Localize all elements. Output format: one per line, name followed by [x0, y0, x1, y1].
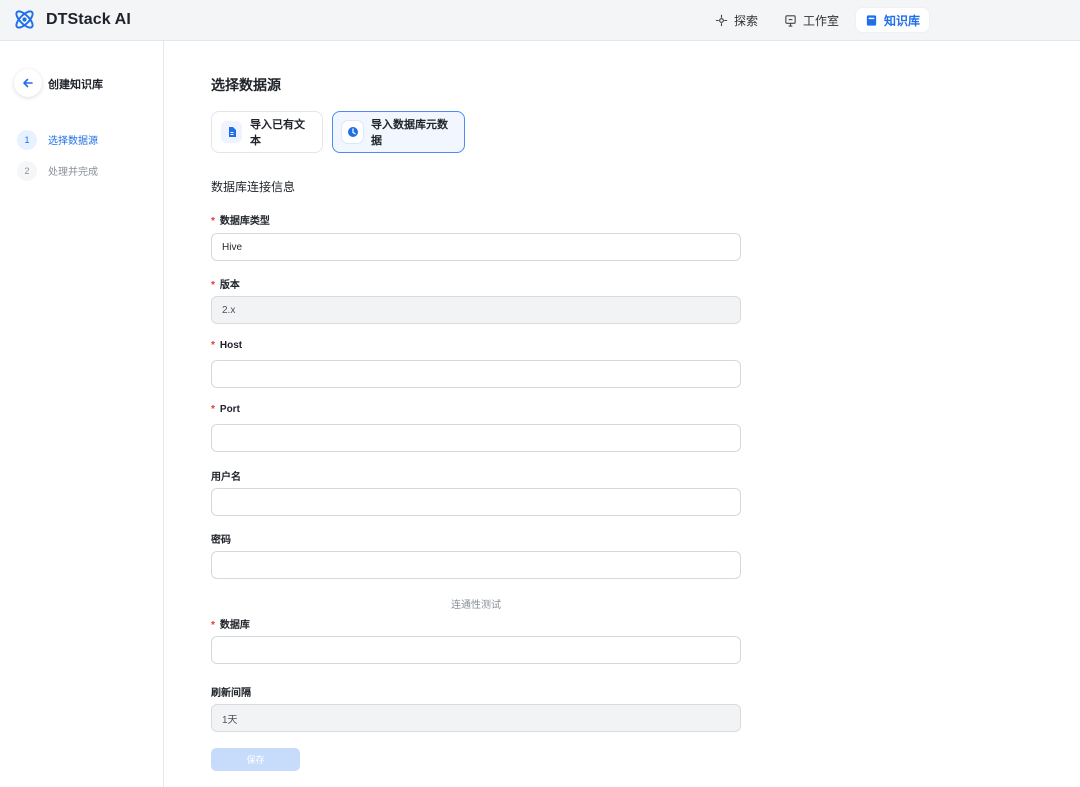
required-mark: *: [211, 280, 215, 291]
sidebar: 创建知识库 1 选择数据源 2 处理并完成: [0, 41, 164, 787]
refresh-interval-label: 刷新间隔: [211, 688, 251, 699]
version-field: 2.x: [211, 296, 741, 324]
page-title: 选择数据源: [211, 77, 281, 93]
port-label: * Port: [211, 404, 240, 415]
source-label: 导入数据库元数据: [371, 119, 448, 147]
refresh-interval-field: 1天: [211, 704, 741, 732]
connectivity-test-link[interactable]: 连通性测试: [451, 596, 501, 611]
db-type-value: Hive: [222, 241, 243, 253]
database-select[interactable]: [211, 636, 741, 664]
nav-knowledge-base-label: 知识库: [884, 13, 921, 28]
save-button[interactable]: 保存: [211, 748, 300, 771]
step-number: 2: [17, 160, 37, 181]
studio-icon: [785, 14, 796, 27]
username-input[interactable]: [211, 488, 741, 516]
required-mark: *: [211, 404, 215, 415]
document-icon: [221, 121, 242, 143]
nav-explore[interactable]: 探索: [706, 8, 767, 32]
source-import-text[interactable]: 导入已有文本: [211, 111, 323, 153]
required-mark: *: [211, 216, 215, 227]
database-icon: [342, 121, 363, 143]
app-name: DTStack AI: [46, 10, 131, 28]
step-label: 处理并完成: [48, 167, 98, 178]
db-type-select[interactable]: Hive: [211, 233, 741, 261]
step-label: 选择数据源: [48, 136, 98, 147]
nav-studio[interactable]: 工作室: [775, 8, 848, 32]
step-select-source[interactable]: 1 选择数据源: [17, 129, 98, 150]
required-mark: *: [211, 340, 215, 351]
step-number: 1: [17, 129, 37, 150]
step-list: 1 选择数据源 2 处理并完成: [17, 129, 98, 191]
password-input[interactable]: [211, 551, 741, 579]
connection-section-title: 数据库连接信息: [211, 180, 296, 194]
database-label: * 数据库: [211, 620, 250, 631]
required-mark: *: [211, 620, 215, 631]
nav-studio-label: 工作室: [803, 13, 840, 28]
book-icon: [866, 14, 877, 26]
source-label: 导入已有文本: [250, 119, 305, 147]
source-import-database[interactable]: 导入数据库元数据: [332, 111, 465, 153]
app-logo[interactable]: DTStack AI: [12, 7, 131, 32]
sidebar-title: 创建知识库: [48, 79, 103, 91]
back-button[interactable]: [14, 69, 42, 97]
host-input[interactable]: [211, 360, 741, 388]
top-nav: 探索 工作室 知识库: [706, 8, 937, 32]
version-label: * 版本: [211, 280, 240, 291]
nav-knowledge-base[interactable]: 知识库: [856, 8, 930, 32]
top-bar: DTStack AI 探索 工作室 知识库: [0, 0, 1080, 41]
atom-logo-icon: [15, 10, 34, 29]
explore-icon: [715, 14, 728, 26]
host-label: * Host: [211, 340, 243, 351]
refresh-interval-value: 1天: [222, 714, 238, 726]
version-value: 2.x: [222, 304, 236, 316]
username-label: 用户名: [211, 472, 241, 483]
port-input[interactable]: [211, 424, 741, 452]
nav-explore-label: 探索: [734, 13, 759, 28]
arrow-left-icon: [23, 78, 33, 88]
password-label: 密码: [211, 535, 231, 546]
step-process-finish[interactable]: 2 处理并完成: [17, 160, 98, 181]
db-type-label: * 数据库类型: [211, 216, 270, 227]
